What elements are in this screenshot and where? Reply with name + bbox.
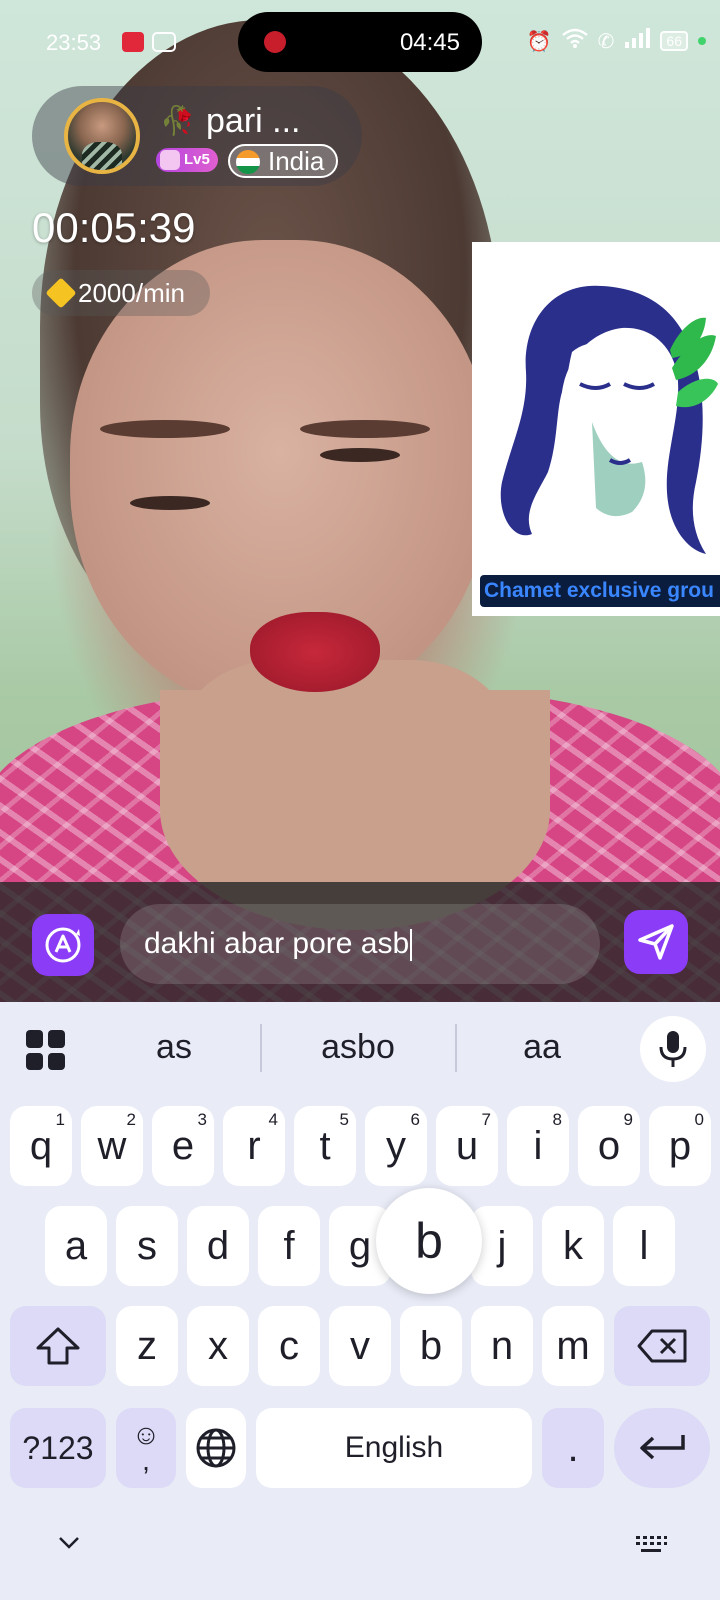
- backspace-icon: [637, 1329, 687, 1363]
- suggestion-divider: [260, 1024, 262, 1072]
- privacy-dot-icon: [698, 37, 706, 45]
- text-caret: [410, 929, 413, 962]
- group-promo-card[interactable]: Chamet exclusive grou: [472, 242, 720, 616]
- mic-button[interactable]: [640, 1016, 706, 1082]
- key-s[interactable]: s: [116, 1206, 178, 1286]
- comma-label: ,: [142, 1445, 150, 1476]
- key-k[interactable]: k: [542, 1206, 604, 1286]
- keyboard: as asbo aa q1 w2 e3 r4 t5 y6 u7 i8 o9 p0…: [0, 1002, 720, 1600]
- wifi-icon: [561, 28, 588, 54]
- key-v[interactable]: v: [329, 1306, 391, 1386]
- key-t[interactable]: t5: [294, 1106, 356, 1186]
- suggestion-2[interactable]: asbo: [268, 1028, 448, 1067]
- key-popup-preview: b: [376, 1188, 482, 1294]
- key-a[interactable]: a: [45, 1206, 107, 1286]
- emoji-comma-key[interactable]: ☺ ,: [116, 1408, 176, 1488]
- key-q[interactable]: q1: [10, 1106, 72, 1186]
- recording-icon: [122, 32, 144, 52]
- battery-indicator: 66: [660, 31, 688, 51]
- key-x[interactable]: x: [187, 1306, 249, 1386]
- send-icon: [638, 924, 674, 960]
- apps-icon[interactable]: [26, 1030, 66, 1070]
- rate-label: 2000/min: [78, 278, 185, 308]
- space-key[interactable]: English: [256, 1408, 532, 1488]
- country-badge: India: [228, 144, 339, 178]
- key-w[interactable]: w2: [81, 1106, 143, 1186]
- shift-icon: [36, 1327, 80, 1365]
- key-p[interactable]: p0: [649, 1106, 711, 1186]
- key-l[interactable]: l: [613, 1206, 675, 1286]
- video-left-brow: [100, 420, 230, 438]
- suggestion-3[interactable]: aa: [452, 1028, 632, 1067]
- status-time: 23:53: [46, 30, 102, 55]
- woman-logo-icon: [500, 285, 718, 554]
- status-bar: 23:53 04:45 ⏰ ✆ 66: [0, 0, 720, 84]
- globe-icon: [196, 1428, 236, 1468]
- video-right-brow: [300, 420, 430, 438]
- diamond-icon: [45, 277, 77, 309]
- rose-icon: 🥀: [160, 105, 195, 136]
- key-r[interactable]: r4: [223, 1106, 285, 1186]
- chat-input-text: dakhi abar pore asb: [144, 927, 410, 960]
- host-name: pari ...: [206, 102, 301, 140]
- key-n[interactable]: n: [471, 1306, 533, 1386]
- host-card[interactable]: 🥀 pari ... Lv5 India: [32, 86, 362, 186]
- mic-icon: [659, 1031, 687, 1067]
- key-i[interactable]: i8: [507, 1106, 569, 1186]
- shift-key[interactable]: [10, 1306, 106, 1386]
- symbols-key[interactable]: ?123: [10, 1408, 106, 1488]
- enter-icon: [640, 1435, 685, 1460]
- keyboard-switch-icon[interactable]: [634, 1532, 668, 1556]
- camera-icon: [152, 32, 176, 52]
- chat-input-bar: dakhi abar pore asb: [0, 882, 720, 1002]
- level-badge: Lv5: [156, 148, 218, 172]
- avatar[interactable]: [64, 98, 140, 174]
- record-dot-icon: [264, 31, 286, 53]
- level-icon: [160, 150, 180, 170]
- video-left-eye: [130, 496, 210, 510]
- chat-message-input[interactable]: dakhi abar pore asb: [120, 904, 600, 984]
- key-c[interactable]: c: [258, 1306, 320, 1386]
- key-y[interactable]: y6: [365, 1106, 427, 1186]
- promo-label: Chamet exclusive grou: [480, 575, 720, 607]
- flag-icon: [236, 150, 260, 174]
- translate-button[interactable]: [32, 914, 94, 976]
- rate-badge: 2000/min: [32, 270, 210, 316]
- collapse-icon[interactable]: [56, 1532, 82, 1552]
- video-lips: [250, 612, 380, 692]
- period-key[interactable]: .: [542, 1408, 604, 1488]
- enter-key[interactable]: [614, 1408, 710, 1488]
- key-u[interactable]: u7: [436, 1106, 498, 1186]
- translate-icon: [45, 927, 81, 963]
- send-button[interactable]: [624, 910, 688, 974]
- alarm-icon: ⏰: [526, 30, 552, 53]
- signal-icon: [624, 28, 651, 54]
- suggestion-bar: as asbo aa: [0, 1002, 720, 1092]
- key-z[interactable]: z: [116, 1306, 178, 1386]
- video-right-eye: [320, 448, 400, 462]
- suggestion-1[interactable]: as: [84, 1028, 264, 1067]
- keyboard-nav-row: [0, 1518, 720, 1578]
- key-o[interactable]: o9: [578, 1106, 640, 1186]
- language-key[interactable]: [186, 1408, 246, 1488]
- call-duration: 00:05:39: [32, 204, 196, 251]
- call-icon: ✆: [597, 30, 615, 53]
- status-icons: ⏰ ✆ 66: [527, 28, 706, 54]
- ongoing-call-pill[interactable]: 04:45: [238, 12, 482, 72]
- backspace-key[interactable]: [614, 1306, 710, 1386]
- country-label: India: [268, 146, 325, 176]
- key-f[interactable]: f: [258, 1206, 320, 1286]
- key-d[interactable]: d: [187, 1206, 249, 1286]
- key-m[interactable]: m: [542, 1306, 604, 1386]
- key-b[interactable]: b: [400, 1306, 462, 1386]
- ongoing-call-time: 04:45: [399, 29, 460, 56]
- level-label: Lv5: [184, 151, 210, 168]
- key-e[interactable]: e3: [152, 1106, 214, 1186]
